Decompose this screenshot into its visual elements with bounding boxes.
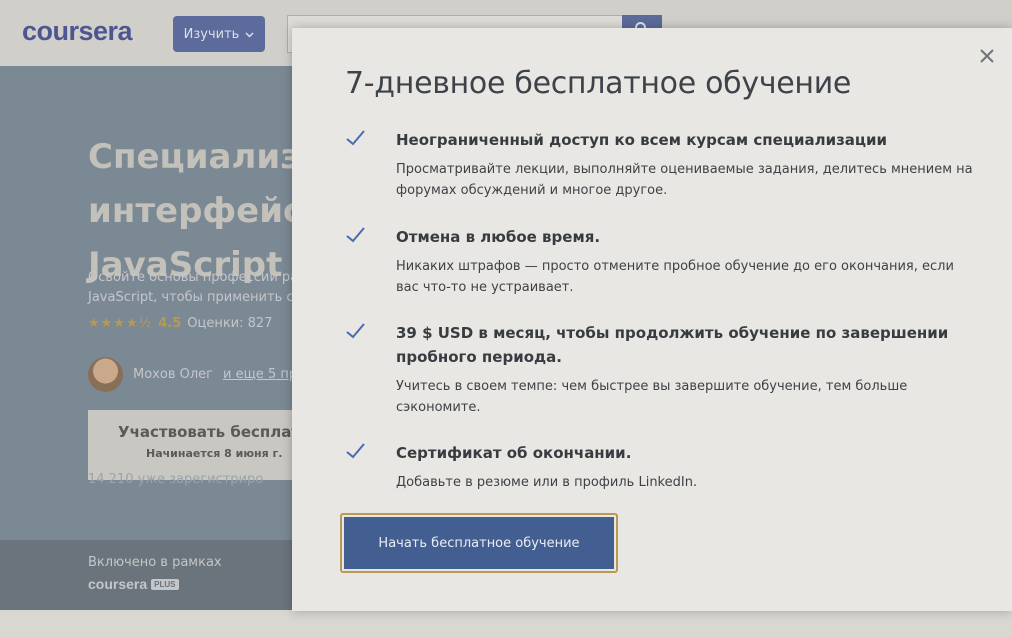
modal-title: 7-дневное бесплатное обучение (345, 66, 852, 101)
bottom-strip (0, 610, 1012, 638)
enroll-button-label: Участвовать бесплат (118, 423, 301, 441)
rating-stars-icon: ★★★★½ (88, 316, 153, 331)
plus-badge: PLUS (151, 578, 179, 590)
checkmark-icon (345, 441, 367, 461)
checkmark-icon (345, 225, 367, 245)
instructor-row: Мохов Олег и еще 5 пр (88, 357, 297, 392)
feature-title: Неограниченный доступ ко всем курсам спе… (396, 131, 888, 149)
avatar (88, 357, 123, 392)
rating-count: Оценки: 827 (187, 316, 273, 331)
explore-button[interactable]: Изучить (173, 16, 265, 52)
close-icon[interactable] (977, 48, 997, 68)
free-trial-modal: 7-дневное бесплатное обучение Неограниче… (292, 28, 1012, 611)
enrolled-count: 14 210 уже зарегистриро (88, 472, 264, 487)
rating-value: 4.5 (158, 316, 182, 331)
feature-description: Учитесь в своем темпе: чем быстрее вы за… (396, 379, 908, 415)
feature-title: Сертификат об окончании. (396, 444, 632, 462)
explore-button-label: Изучить (183, 26, 240, 42)
included-label: Включено в рамках (88, 555, 222, 570)
instructor-name[interactable]: Мохов Олег (133, 367, 213, 382)
start-free-trial-button[interactable]: Начать бесплатное обучение (340, 513, 618, 573)
start-free-trial-label: Начать бесплатное обучение (344, 517, 614, 569)
plus-logo-text: coursera (88, 576, 148, 592)
feature-title: 39 $ USD в месяц, чтобы продолжить обуче… (396, 324, 949, 366)
coursera-logo[interactable]: coursera (22, 16, 133, 47)
hero-subtitle: Освойте основы профессии ра JavaScript, … (88, 270, 299, 305)
feature-title: Отмена в любое время. (396, 228, 601, 246)
enroll-button[interactable]: Участвовать бесплат Начинается 8 июня г. (88, 410, 318, 480)
chevron-down-icon (245, 27, 254, 42)
feature-description: Добавьте в резюме или в профиль LinkedIn… (396, 475, 698, 490)
checkmark-icon (345, 128, 367, 148)
checkmark-icon (345, 321, 367, 341)
rating-row: ★★★★½ 4.5 Оценки: 827 (88, 316, 272, 331)
more-instructors-link[interactable]: и еще 5 пр (223, 367, 297, 382)
feature-description: Никаких штрафов — просто отмените пробно… (396, 259, 954, 295)
feature-description: Просматривайте лекции, выполняйте оценив… (396, 162, 973, 198)
start-date: Начинается 8 июня г. (146, 447, 283, 460)
coursera-plus-logo: coursera PLUS (88, 576, 179, 592)
